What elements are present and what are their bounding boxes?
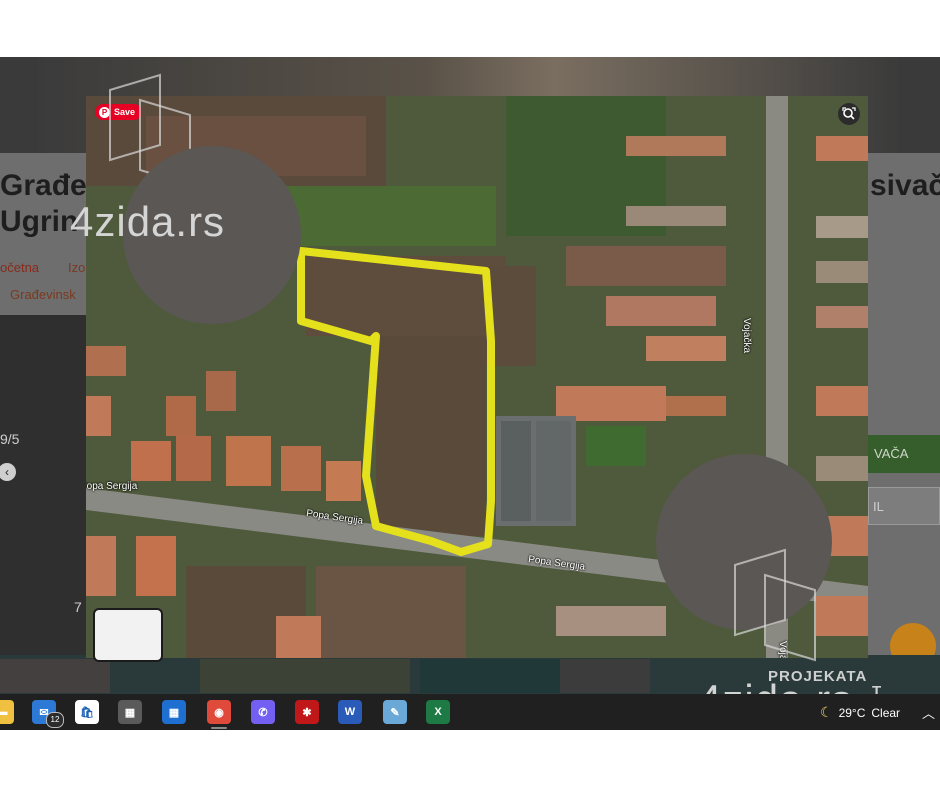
background-green-button[interactable]: VAČA — [868, 435, 940, 473]
calendar-icon[interactable]: ▦ — [162, 700, 186, 724]
file-explorer-icon[interactable]: ▬ — [0, 700, 14, 724]
weather-condition: Clear — [871, 705, 901, 720]
word-icon[interactable]: W — [338, 700, 362, 724]
road-label-popa-sergija-1: Popa Sergija — [86, 481, 138, 492]
calculator-icon[interactable]: ▦ — [118, 700, 142, 724]
road-label-vojacka: Vojačka — [741, 318, 752, 354]
background-title-right: sivača — [870, 169, 940, 202]
game-icon[interactable]: ✱ — [295, 700, 319, 724]
viber-icon[interactable]: ✆ — [251, 700, 275, 724]
breadcrumb-home[interactable]: očetna — [0, 260, 39, 275]
breadcrumb-next[interactable]: Izo — [68, 260, 85, 275]
background-map: 9/5 ‹ 7 — [0, 315, 87, 655]
moon-icon: ☾ — [820, 704, 833, 720]
map-parcel-label: 9/5 — [0, 431, 20, 447]
active-app-indicator — [211, 727, 227, 729]
paint-icon[interactable]: ✎ — [383, 700, 407, 724]
watermark-brand-top: 4zida.rs — [70, 198, 226, 245]
watermark-logo-icon-2 — [734, 548, 816, 662]
tray-chevron-icon[interactable]: ︿ — [922, 703, 935, 722]
background-input[interactable]: IL — [868, 487, 940, 525]
weather-widget[interactable]: ☾ 29°C Clear — [820, 704, 900, 721]
background-title-line-2: Ugrin — [0, 205, 79, 238]
map-parcel-label-2: 7 — [74, 599, 82, 615]
excel-icon[interactable]: X — [426, 700, 450, 724]
category-link[interactable]: Građevinsk — [10, 287, 76, 302]
chevron-left-icon[interactable]: ‹ — [0, 463, 16, 481]
lens-search-icon[interactable] — [838, 103, 860, 125]
mail-badge: 12 — [46, 712, 64, 728]
store-icon[interactable]: 🛍 — [75, 700, 99, 724]
weather-temp: 29°C — [838, 705, 866, 720]
thumbnail-card[interactable] — [93, 608, 163, 662]
chrome-icon[interactable]: ◉ — [207, 700, 231, 724]
